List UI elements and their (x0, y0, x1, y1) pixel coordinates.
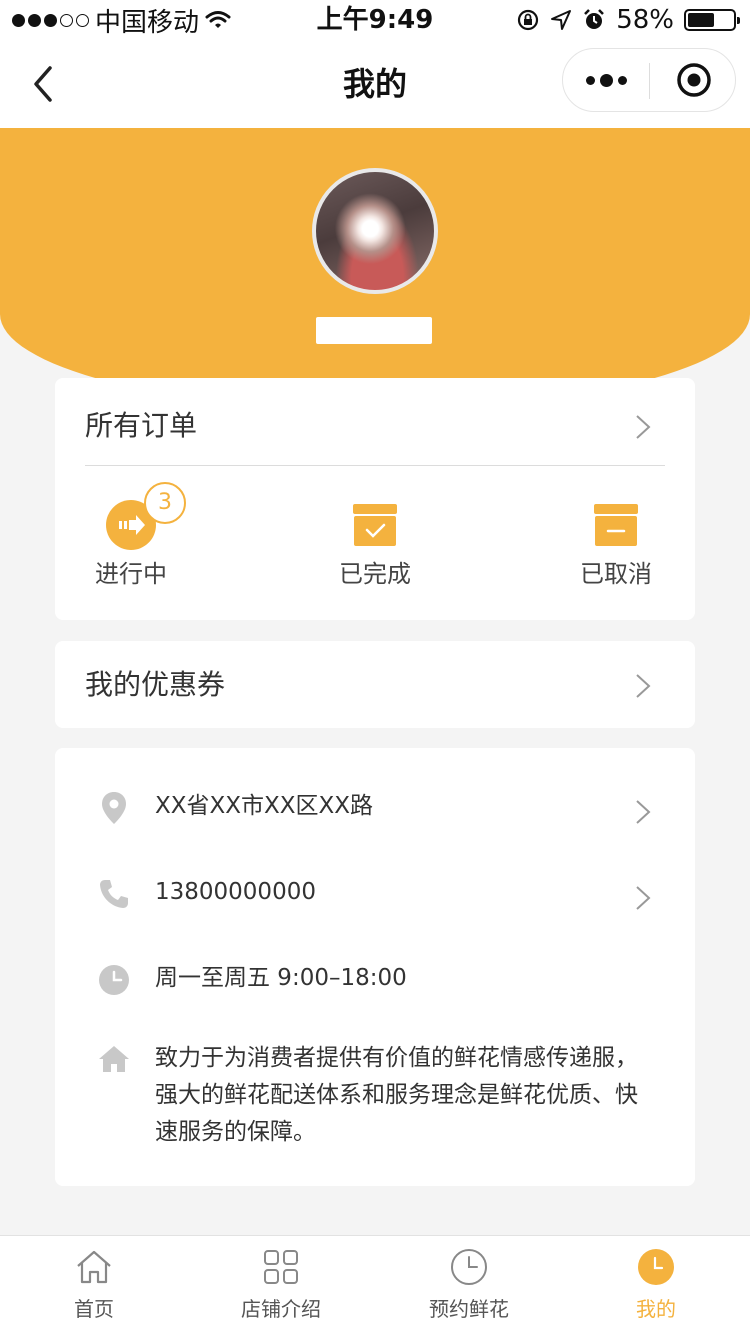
hours-text: 周一至周五 9:00–18:00 (155, 965, 407, 991)
clock-icon (95, 961, 133, 999)
close-mini-program-button[interactable] (650, 49, 737, 111)
tab-mine[interactable]: 我的 (581, 1236, 731, 1334)
description-row: 致力于为消费者提供有价值的鲜花情感传递服，强大的鲜花配送体系和服务理念是鲜花优质… (95, 1040, 665, 1150)
order-status-cancelled[interactable]: 已取消 (551, 498, 681, 598)
battery-percent: 58% (616, 5, 674, 35)
location-pin-icon (95, 789, 133, 827)
address-row[interactable]: XX省XX市XX区XX路 (95, 788, 665, 828)
location-arrow-icon (551, 10, 572, 30)
store-info-card: XX省XX市XX区XX路 13800000000 周一至周五 9:00–18:0… (55, 748, 695, 1186)
target-close-icon (676, 63, 711, 97)
phone-text: 13800000000 (155, 879, 316, 905)
tab-store-intro[interactable]: 店铺介绍 (206, 1236, 356, 1334)
chevron-right-icon (636, 886, 651, 910)
order-status-completed[interactable]: 已完成 (310, 498, 440, 598)
phone-icon (95, 875, 133, 913)
in-progress-label: 进行中 (95, 560, 167, 588)
chevron-right-icon (636, 800, 651, 824)
mini-program-capsule (562, 48, 736, 112)
tab-mine-label: 我的 (636, 1297, 676, 1321)
address-text: XX省XX市XX区XX路 (155, 793, 374, 819)
clock-icon (450, 1248, 488, 1286)
username-placeholder (316, 317, 432, 344)
status-bar: 中国移动 上午9:49 58% (0, 0, 750, 40)
home-icon (75, 1248, 113, 1286)
all-orders-title: 所有订单 (85, 409, 198, 442)
orders-card: 所有订单 3 进行中 已完成 已取消 (55, 378, 695, 620)
tab-bar: 首页 店铺介绍 预约鲜花 我的 (0, 1235, 750, 1334)
cancelled-box-icon (594, 504, 638, 546)
chevron-right-icon (636, 674, 651, 698)
coupons-row[interactable]: 我的优惠券 (55, 641, 695, 728)
alarm-icon (584, 9, 605, 29)
rotation-lock-icon (518, 9, 539, 31)
phone-row[interactable]: 13800000000 (95, 874, 665, 914)
tab-home-label: 首页 (74, 1297, 114, 1321)
completed-box-icon (353, 504, 397, 546)
store-description: 致力于为消费者提供有价值的鲜花情感传递服，强大的鲜花配送体系和服务理念是鲜花优质… (155, 1045, 638, 1145)
clock-filled-icon (637, 1248, 675, 1286)
more-menu-button[interactable] (563, 49, 650, 111)
battery-icon (684, 9, 740, 31)
hours-row: 周一至周五 9:00–18:00 (95, 960, 665, 1000)
tab-store-intro-label: 店铺介绍 (241, 1297, 321, 1321)
cancelled-label: 已取消 (580, 560, 652, 588)
grid-icon (262, 1248, 300, 1286)
battery-level (688, 13, 714, 27)
completed-label: 已完成 (339, 560, 411, 588)
order-status-in-progress[interactable]: 3 进行中 (66, 482, 196, 598)
home-icon (95, 1040, 133, 1078)
all-orders-row[interactable]: 所有订单 (85, 378, 665, 466)
navigation-bar: 我的 (0, 40, 750, 128)
coupons-title: 我的优惠券 (85, 668, 226, 701)
in-progress-count-badge: 3 (144, 482, 186, 524)
tab-book-flowers[interactable]: 预约鲜花 (394, 1236, 544, 1334)
avatar[interactable] (312, 168, 438, 294)
chevron-right-icon (636, 415, 651, 439)
tab-home[interactable]: 首页 (19, 1236, 169, 1334)
tab-book-flowers-label: 预约鲜花 (429, 1297, 509, 1321)
status-right: 58% (516, 0, 740, 40)
